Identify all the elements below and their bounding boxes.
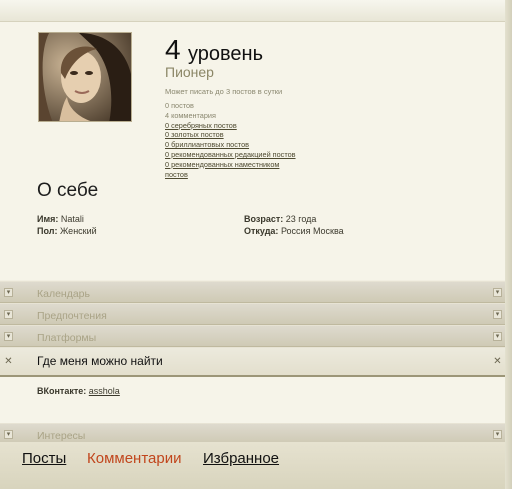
panel-platforms[interactable]: ▾ Платформы ▾: [0, 325, 505, 347]
panel-calendar[interactable]: ▾ Календарь ▾: [0, 281, 505, 303]
rank-title: Пионер: [165, 64, 214, 80]
stat-diamond-posts-link[interactable]: 0 бриллиантовых постов: [165, 140, 345, 150]
close-x-icon[interactable]: ✕: [4, 357, 13, 367]
stats-list: 0 постов 4 комментария 0 серебряных пост…: [165, 101, 345, 179]
triangle-down-icon[interactable]: ▾: [493, 288, 502, 297]
vk-link[interactable]: asshola: [89, 386, 120, 396]
location-label: Откуда:: [244, 226, 279, 236]
gender-row: Пол: Женский: [37, 225, 97, 237]
profile-page: 4 уровень Пионер Может писать до 3 посто…: [0, 0, 512, 489]
triangle-down-icon[interactable]: ▾: [493, 310, 502, 319]
where-to-find-content: ВКонтакте: asshola: [0, 377, 505, 423]
avatar[interactable]: [38, 32, 132, 122]
age-value: 23 года: [285, 214, 317, 224]
about-heading: О себе: [37, 180, 99, 201]
tab-posts[interactable]: Посты: [22, 450, 66, 467]
triangle-down-icon[interactable]: ▾: [4, 430, 13, 439]
stat-silver-posts-link[interactable]: 0 серебряных постов: [165, 121, 345, 131]
name-row: Имя: Natali: [37, 213, 84, 225]
triangle-down-icon[interactable]: ▾: [4, 310, 13, 319]
panel-where-to-find-label: Где меня можно найти: [37, 354, 163, 368]
panel-preferences-label: Предпочтения: [37, 310, 107, 322]
age-row: Возраст: 23 года: [244, 213, 316, 225]
panel-preferences[interactable]: ▾ Предпочтения ▾: [0, 303, 505, 325]
gender-label: Пол:: [37, 226, 58, 236]
panel-calendar-label: Календарь: [37, 288, 90, 300]
name-label: Имя:: [37, 214, 59, 224]
level-number: 4: [165, 34, 181, 65]
stat-comments: 4 комментария: [165, 110, 216, 120]
avatar-photo: [39, 33, 131, 121]
top-bar: [0, 0, 512, 22]
stat-posts: 0 постов: [165, 101, 194, 110]
triangle-down-icon[interactable]: ▾: [493, 332, 502, 341]
triangle-down-icon[interactable]: ▾: [4, 288, 13, 297]
location-value: Россия Москва: [280, 226, 344, 236]
panel-platforms-label: Платформы: [37, 332, 97, 344]
panel-where-to-find[interactable]: ✕ Где меня можно найти ✕: [0, 347, 505, 377]
vk-row: ВКонтакте: asshola: [37, 386, 120, 396]
location-row: Откуда: Россия Москва: [244, 225, 344, 237]
stat-editor-recommended-link[interactable]: 0 рекомендованных редакцией постов: [165, 150, 345, 160]
age-label: Возраст:: [244, 214, 284, 224]
panel-interests[interactable]: ▾ Интересы ▾: [0, 423, 505, 444]
tab-favorites[interactable]: Избранное: [203, 450, 279, 467]
profile-section: 4 уровень Пионер Может писать до 3 посто…: [0, 22, 505, 280]
name-value: Natali: [60, 214, 84, 224]
stat-deputy-recommended-link-cont[interactable]: постов: [165, 170, 345, 180]
close-x-icon[interactable]: ✕: [493, 357, 502, 367]
stat-gold-posts-link[interactable]: 0 золотых постов: [165, 130, 345, 140]
post-limit-text: Может писать до 3 постов в сутки: [165, 87, 283, 96]
gender-value: Женский: [59, 226, 97, 236]
right-border: [505, 0, 512, 489]
triangle-down-icon[interactable]: ▾: [493, 430, 502, 439]
panel-interests-label: Интересы: [37, 430, 86, 442]
triangle-down-icon[interactable]: ▾: [4, 332, 13, 341]
vk-label: ВКонтакте:: [37, 386, 87, 396]
tab-comments[interactable]: Комментарии: [87, 450, 181, 467]
bottom-tabs: Посты Комментарии Избранное: [0, 442, 505, 489]
stat-deputy-recommended-link[interactable]: 0 рекомендованных наместником: [165, 160, 345, 170]
level-word: уровень: [188, 43, 264, 65]
